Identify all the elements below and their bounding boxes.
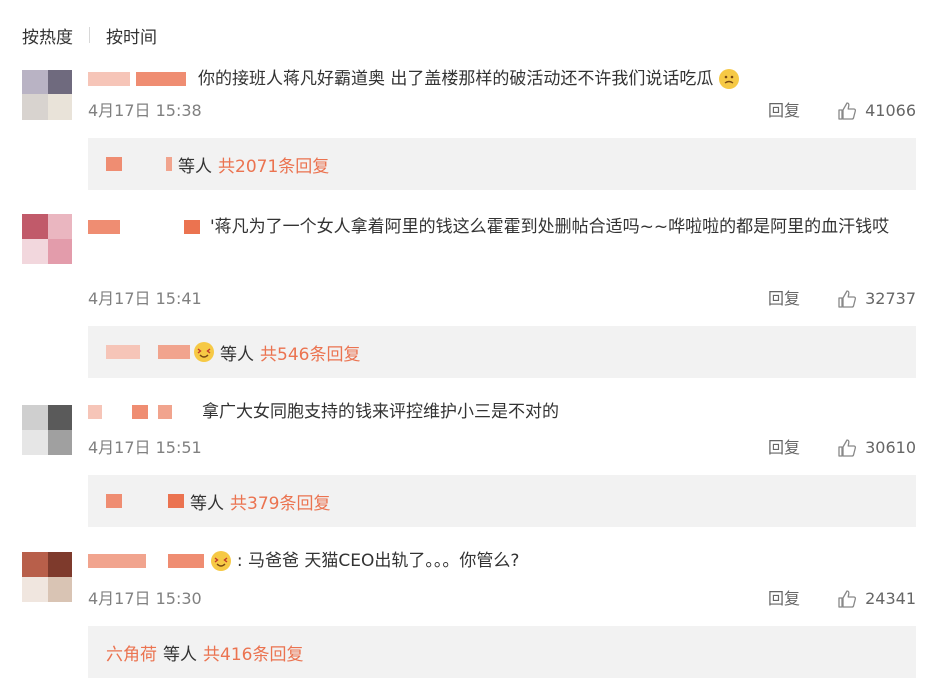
username-blurred	[106, 494, 122, 508]
comment-time: 4月17日 15:30	[88, 589, 202, 608]
sub-reply-summary[interactable]: 等人 共2071条回复	[88, 138, 916, 190]
reply-button[interactable]: 回复	[768, 586, 800, 612]
thumbs-up-icon	[838, 590, 857, 608]
emoji-icon	[211, 551, 232, 571]
username-blurred[interactable]	[184, 220, 200, 234]
emoji-icon	[194, 342, 214, 362]
like-button[interactable]: 41066	[837, 98, 916, 124]
username-blurred[interactable]	[88, 554, 146, 568]
username-blurred	[106, 345, 140, 359]
avatar[interactable]	[22, 552, 72, 602]
username-blurred[interactable]	[168, 554, 204, 568]
username-blurred	[106, 157, 122, 171]
like-count: 24341	[865, 589, 916, 608]
username-blurred[interactable]	[132, 405, 148, 419]
comment-item: 拿广大女同胞支持的钱来评控维护小三是不对的 4月17日 15:51 回复 306…	[0, 395, 940, 535]
comment-text: 你的接班人蒋凡好霸道奥 出了盖楼那样的破活动还不许我们说话吃瓜	[198, 69, 714, 89]
like-count: 41066	[865, 101, 916, 120]
reply-button[interactable]: 回复	[768, 286, 800, 312]
username-blurred[interactable]	[88, 220, 120, 234]
sub-reply-etc: 等人	[190, 493, 224, 514]
comment-text: '蒋凡为了一个女人拿着阿里的钱这么霍霍到处删帖合适吗~~哗啦啦的都是阿里的血汗钱…	[210, 217, 890, 237]
sort-bar: 按热度 按时间	[22, 22, 157, 48]
sort-divider	[89, 27, 90, 43]
thumbs-up-icon	[838, 439, 857, 457]
sub-reply-summary[interactable]: 等人 共546条回复	[88, 326, 916, 378]
sub-reply-username[interactable]: 六角荷	[106, 640, 157, 665]
sort-by-time-tab[interactable]: 按时间	[106, 23, 157, 48]
avatar[interactable]	[22, 214, 72, 264]
reply-button[interactable]: 回复	[768, 435, 800, 461]
sub-reply-summary[interactable]: 六角荷 等人 共416条回复	[88, 626, 916, 678]
comment-time: 4月17日 15:38	[88, 101, 202, 120]
comment-item: : 马爸爸 天猫CEO出轨了。。。你管么? 4月17日 15:30 回复 243…	[0, 540, 940, 680]
sub-reply-count[interactable]: 共416条回复	[203, 640, 303, 665]
thumbs-up-icon	[838, 102, 857, 120]
avatar[interactable]	[22, 70, 72, 120]
username-blurred	[166, 157, 172, 171]
comment-item: 你的接班人蒋凡好霸道奥 出了盖楼那样的破活动还不许我们说话吃瓜 4月17日 15…	[0, 60, 940, 200]
sub-reply-count[interactable]: 共379条回复	[230, 489, 330, 514]
comment-time: 4月17日 15:41	[88, 289, 202, 308]
sub-reply-etc: 等人	[163, 644, 197, 665]
username-blurred[interactable]	[88, 72, 130, 86]
comment-item: '蒋凡为了一个女人拿着阿里的钱这么霍霍到处删帖合适吗~~哗啦啦的都是阿里的血汗钱…	[0, 200, 940, 390]
thumbs-up-icon	[838, 290, 857, 308]
like-button[interactable]: 30610	[837, 435, 916, 461]
like-count: 32737	[865, 289, 916, 308]
sub-reply-etc: 等人	[178, 156, 212, 177]
like-count: 30610	[865, 438, 916, 457]
sub-reply-count[interactable]: 共2071条回复	[218, 152, 329, 177]
username-blurred	[158, 345, 190, 359]
sub-reply-count[interactable]: 共546条回复	[260, 340, 360, 365]
sub-reply-summary[interactable]: 等人 共379条回复	[88, 475, 916, 527]
sort-by-hot-tab[interactable]: 按热度	[22, 23, 73, 48]
like-button[interactable]: 32737	[837, 286, 916, 312]
avatar[interactable]	[22, 405, 72, 455]
comment-text: 拿广大女同胞支持的钱来评控维护小三是不对的	[202, 402, 559, 422]
comment-text: : 马爸爸 天猫CEO出轨了。。。你管么?	[236, 551, 520, 571]
username-blurred[interactable]	[136, 72, 186, 86]
username-blurred[interactable]	[88, 405, 102, 419]
username-blurred	[168, 494, 184, 508]
sub-reply-etc: 等人	[220, 344, 254, 365]
like-button[interactable]: 24341	[837, 586, 916, 612]
reply-button[interactable]: 回复	[768, 98, 800, 124]
comment-time: 4月17日 15:51	[88, 438, 202, 457]
emoji-icon	[718, 69, 739, 89]
username-blurred[interactable]	[158, 405, 172, 419]
